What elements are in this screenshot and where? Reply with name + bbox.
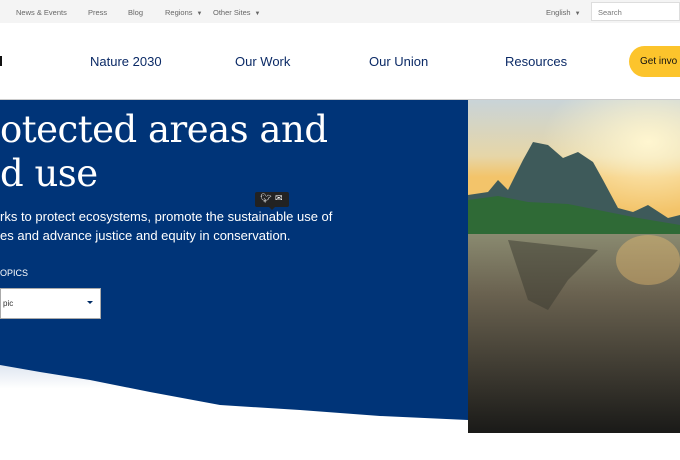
page-title-line-1: otected areas and — [0, 108, 328, 151]
link-press[interactable]: Press — [88, 8, 107, 17]
lead-line-1: rks to protect ecosystems, promote the s… — [0, 209, 333, 224]
caret-down-icon: ▼ — [574, 11, 581, 17]
nav-nature-2030[interactable]: Nature 2030 — [90, 54, 162, 69]
share-tooltip: 🐦︎ ✉ — [255, 192, 289, 210]
utility-bar: News & Events Press Blog Regions ▼ Other … — [0, 0, 680, 23]
language-dropdown[interactable]: English ▼ — [546, 8, 581, 17]
link-blog[interactable]: Blog — [128, 8, 143, 17]
topics-label: OPICS — [0, 268, 29, 278]
hero-landscape-photo — [468, 100, 680, 433]
hero-section: otected areas and d use 🐦︎ ✉ rks to prot… — [0, 100, 468, 433]
page-title-line-2: d use — [0, 152, 98, 195]
regions-label: Regions — [165, 8, 193, 17]
nav-our-work[interactable]: Our Work — [235, 54, 290, 69]
email-icon[interactable]: ✉ — [275, 193, 283, 204]
nav-resources[interactable]: Resources — [505, 54, 567, 69]
topic-select-value: pic — [3, 299, 14, 308]
logo[interactable] — [0, 56, 2, 66]
other-sites-label: Other Sites — [213, 8, 251, 17]
regions-dropdown[interactable]: Regions ▼ — [165, 8, 202, 17]
caret-down-icon: ▼ — [196, 11, 203, 17]
other-sites-dropdown[interactable]: Other Sites ▼ — [213, 8, 260, 17]
topic-select[interactable]: pic — [0, 288, 101, 319]
language-label: English — [546, 8, 571, 17]
search-input[interactable]: Search — [591, 2, 680, 21]
caret-down-icon — [87, 301, 93, 304]
twitter-icon[interactable]: 🐦︎ — [260, 193, 271, 204]
get-involved-button[interactable]: Get invo — [629, 46, 680, 77]
caret-down-icon: ▼ — [254, 11, 261, 17]
main-header: Nature 2030 Our Work Our Union Resources… — [0, 23, 680, 100]
nav-our-union[interactable]: Our Union — [369, 54, 428, 69]
lead-line-2: es and advance justice and equity in con… — [0, 228, 291, 243]
brush-edge-decoration — [0, 365, 468, 433]
link-news-events[interactable]: News & Events — [16, 8, 67, 17]
